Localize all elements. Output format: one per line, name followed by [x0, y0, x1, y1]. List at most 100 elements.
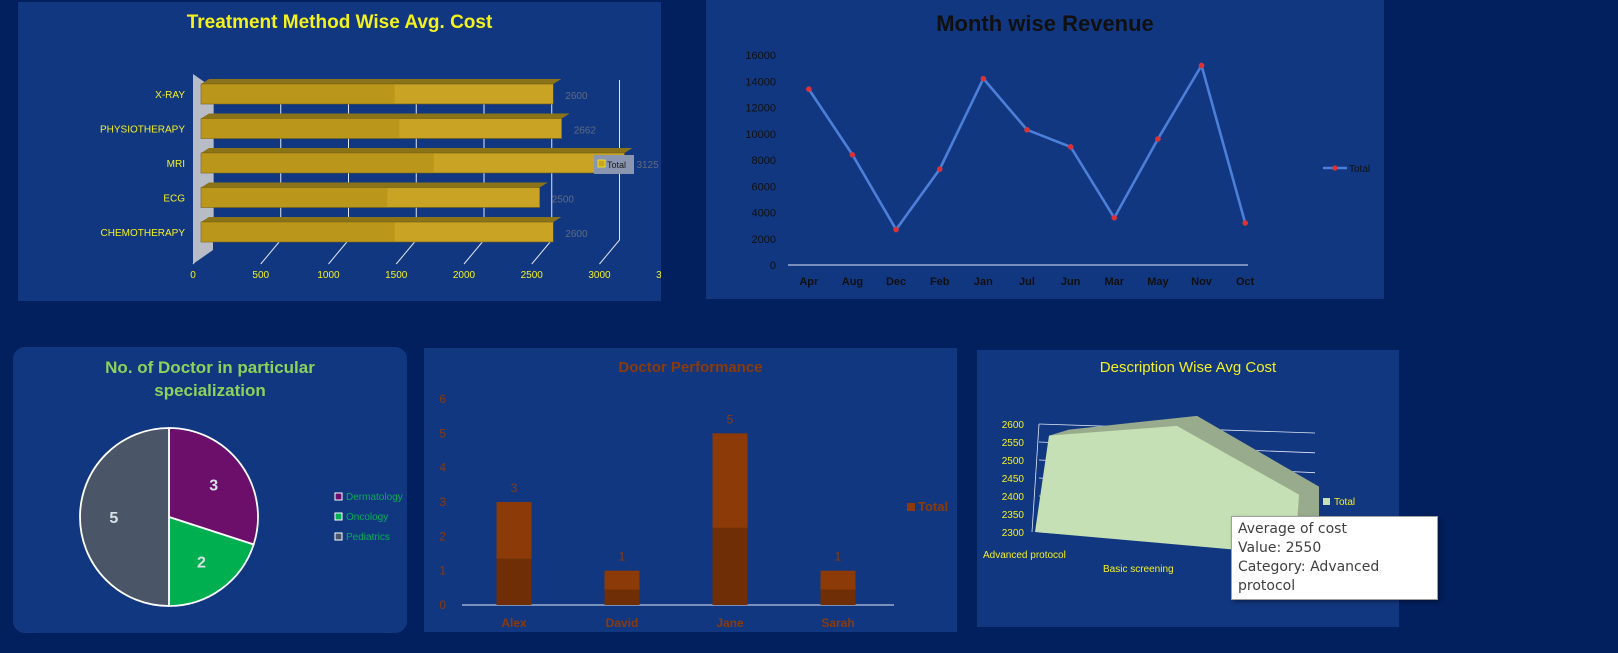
x-tick-label: Feb	[930, 276, 950, 288]
bar-value-label: 2600	[565, 229, 588, 240]
slice-value-label: 5	[109, 510, 118, 527]
y-tick-label: 12000	[745, 103, 776, 115]
y-tick-label: 1	[439, 564, 446, 578]
x-tick-label: Dec	[886, 276, 906, 288]
x-tick-label: Mar	[1104, 276, 1124, 288]
floor-line	[531, 239, 553, 265]
treatment-chart: 0 500 1000 1500 2000 2500 3000 3500 X-RAY 2600 PHY…	[100, 74, 661, 281]
pie-slice	[79, 427, 170, 607]
y-tick-label: 6000	[752, 181, 776, 193]
x-tick-label: Aug	[842, 276, 863, 288]
legend-label: Total	[1349, 164, 1370, 175]
y-tick-label: 14000	[745, 76, 776, 88]
data-point	[1198, 62, 1205, 69]
data-point	[893, 226, 899, 233]
y-tick-label: 8000	[752, 155, 776, 167]
y-tick-label: 2450	[1002, 474, 1025, 485]
tooltip-value: Value: 2550	[1238, 540, 1322, 556]
x-tick-label: Alex	[501, 616, 527, 630]
x-tick-label: Jan	[974, 276, 993, 288]
x-tick-label: Advanced protocol	[983, 550, 1066, 561]
y-tick-label: 0	[770, 260, 776, 272]
y-tick-label: 4	[439, 461, 446, 475]
x-tick-label: Apr	[799, 276, 819, 288]
category-label: X-RAY	[155, 90, 185, 101]
y-tick-label: 2350	[1002, 510, 1025, 521]
bar-value-label: 5	[727, 412, 734, 426]
bar-top	[201, 79, 562, 84]
performance-chart: 0 1 2 3 4 5 6 3 Alex 1 David 5 Jane 1 Sarah Total	[439, 392, 948, 630]
x-tick-label: May	[1147, 276, 1169, 288]
column-shade	[496, 558, 532, 605]
bar-shade	[201, 222, 395, 242]
x-tick-label: 500	[252, 270, 269, 281]
floor-line	[599, 239, 620, 265]
category-label: MRI	[167, 159, 185, 170]
x-tick-label: 1500	[385, 270, 408, 281]
legend-label: Total	[1334, 497, 1355, 508]
slice-value-label: 2	[197, 555, 206, 572]
y-tick-label: 16000	[745, 50, 776, 62]
data-point	[980, 75, 987, 82]
data-point	[1155, 136, 1161, 142]
floor-line	[463, 239, 485, 265]
revenue-line	[807, 62, 1247, 232]
data-point	[1111, 214, 1118, 221]
column-shade	[820, 589, 856, 605]
legend-swatch	[334, 492, 343, 501]
bar-value-label: 2662	[574, 126, 597, 137]
y-tick-label: 2300	[1002, 528, 1025, 539]
data-point	[936, 166, 943, 173]
tooltip-series: Average of cost	[1238, 521, 1347, 537]
x-tick-label: Jane	[716, 616, 744, 630]
bar-value-label: 1	[835, 550, 842, 564]
bar-shade	[201, 118, 400, 139]
floor-line	[328, 239, 349, 265]
data-point	[1242, 220, 1249, 226]
x-tick-label: Basic screening	[1103, 564, 1174, 575]
bar-shade	[201, 153, 434, 173]
specialization-chart: 3 2 5 Dermatology Oncology Pediatrics	[79, 427, 403, 607]
legend-label: Total	[918, 499, 948, 514]
y-tick-label: 2400	[1002, 492, 1025, 503]
x-tick-label: 3000	[588, 270, 611, 281]
floor-line	[260, 239, 282, 265]
legend-label: Oncology	[346, 512, 388, 523]
x-tick-label: Sarah	[821, 616, 854, 630]
revenue-chart: 0 2000 4000 6000 8000 10000 12000 14000 16000 Apr…	[745, 50, 1370, 288]
bar-top	[201, 113, 570, 119]
category-label: CHEMOTHERAPY	[101, 228, 186, 239]
y-tick-label: 0	[439, 598, 446, 612]
data-point	[1067, 144, 1074, 150]
legend-swatch	[334, 512, 343, 521]
x-tick-label: 2000	[453, 270, 476, 281]
legend-swatch	[907, 503, 915, 511]
x-tick-label: Oct	[1236, 276, 1255, 288]
bar-value-label: 3	[511, 481, 518, 495]
data-point	[1024, 126, 1030, 133]
specialization-panel: No. of Doctor in particular specializati…	[13, 347, 407, 633]
legend-swatch	[334, 532, 343, 541]
slice-value-label: 3	[209, 478, 218, 495]
performance-panel: Doctor Performance 0 1 2 3 4 5 6 3 Alex 1 David 5 Ja…	[424, 348, 957, 632]
x-tick-label: 1000	[317, 270, 340, 281]
y-tick-label: 2000	[752, 234, 776, 246]
bar-shade	[201, 187, 388, 208]
bar-value-label: 3125	[636, 160, 659, 171]
bar-top	[201, 217, 562, 222]
column-shade	[712, 527, 748, 605]
column-shade	[604, 589, 640, 605]
data-point	[849, 151, 856, 158]
legend-swatch	[1323, 498, 1330, 505]
bar-value-label: 2500	[552, 195, 575, 206]
x-tick-label: 3500	[656, 270, 661, 281]
revenue-panel: Month wise Revenue 0 2000 4000 6000 8000 1000…	[706, 0, 1384, 299]
bar-top	[201, 148, 633, 153]
bar-top	[201, 182, 548, 188]
legend-label: Dermatology	[346, 492, 403, 503]
legend-label: Pediatrics	[346, 532, 390, 543]
category-label: PHYSIOTHERAPY	[100, 125, 185, 136]
x-tick-label: Jun	[1061, 276, 1081, 288]
x-tick-label: Jul	[1019, 276, 1035, 288]
x-tick-label: David	[606, 616, 639, 630]
